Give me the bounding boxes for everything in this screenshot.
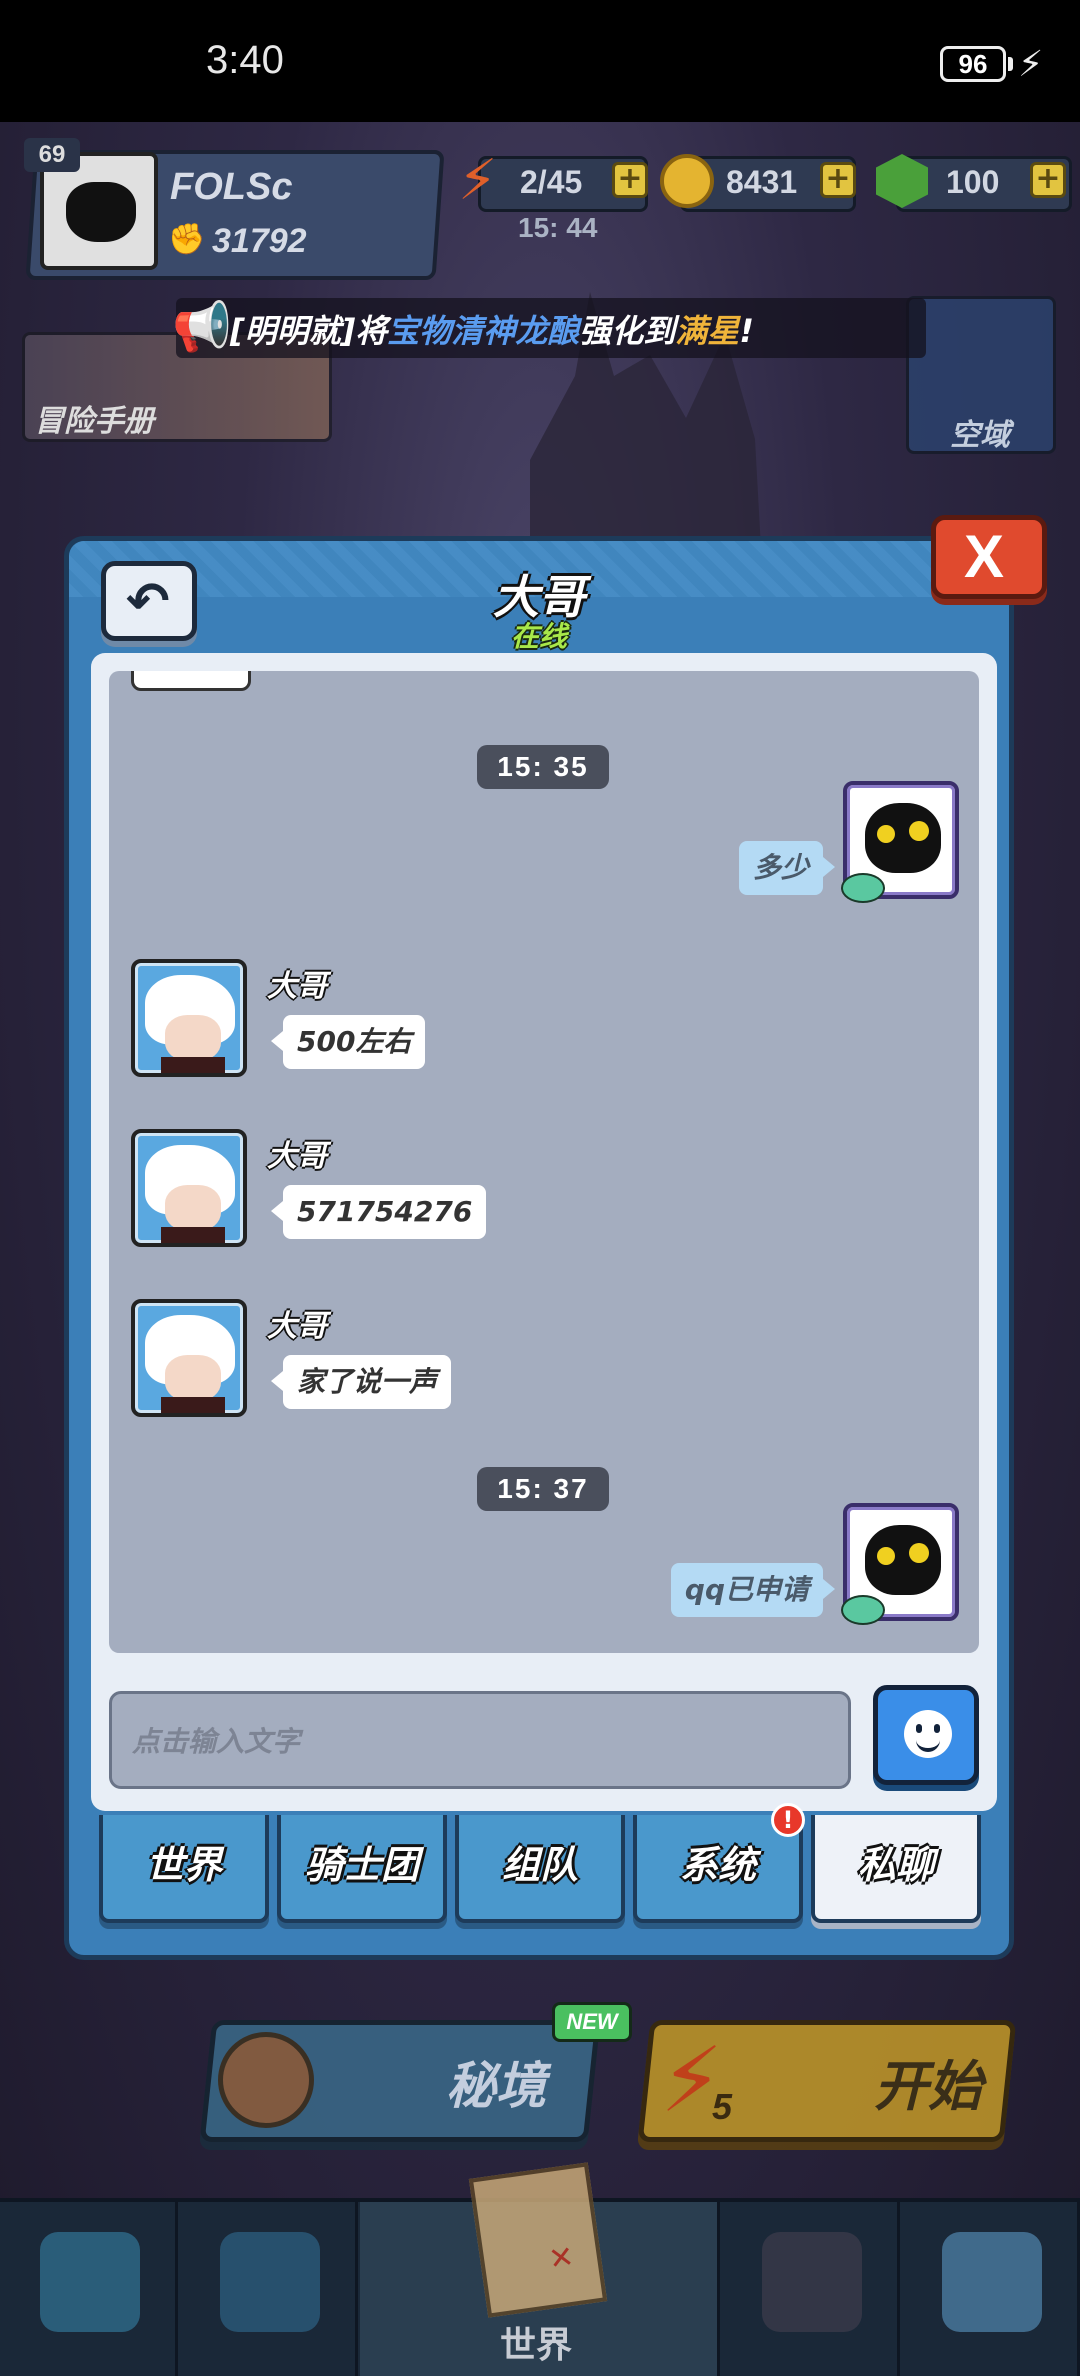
- tab-system-label: 系统: [679, 1843, 756, 1887]
- close-icon: X: [964, 523, 1005, 590]
- chat-channel-tabs: 世界 骑士团 组队 系统 ! 私聊: [99, 1803, 989, 1931]
- nav-heroes[interactable]: [0, 2202, 178, 2376]
- private-chat-modal: ↶ 大哥 在线 X 15: 35 多少 大哥 500左右 大哥 57175427…: [64, 515, 1047, 1960]
- smiley-icon: [904, 1710, 952, 1758]
- incoming-message[interactable]: 500左右: [270, 1015, 426, 1069]
- nav-guild[interactable]: [180, 2202, 358, 2376]
- battery-tip: [1008, 57, 1013, 71]
- energy-value: 2/45: [520, 164, 583, 200]
- timestamp-divider: 15: 37: [477, 1467, 609, 1511]
- shop-icon: [942, 2232, 1042, 2332]
- partner-avatar[interactable]: [131, 1129, 247, 1247]
- outgoing-message[interactable]: 多少: [738, 841, 836, 895]
- partner-avatar[interactable]: [131, 959, 247, 1077]
- tab-team[interactable]: 组队: [455, 1815, 625, 1923]
- start-label: 开始: [874, 2055, 982, 2118]
- heroes-icon: [40, 2232, 140, 2332]
- player-level: 69: [24, 138, 80, 172]
- self-avatar[interactable]: [841, 1503, 959, 1625]
- tab-knights[interactable]: 骑士团: [277, 1815, 447, 1923]
- add-energy-button[interactable]: +: [612, 162, 648, 198]
- partner-avatar[interactable]: [131, 1299, 247, 1417]
- tab-world[interactable]: 世界: [99, 1815, 269, 1923]
- energy-icon: ⚡: [458, 148, 498, 213]
- close-button[interactable]: X: [931, 515, 1047, 599]
- system-alert-badge: !: [771, 1803, 805, 1837]
- megaphone-icon: 📢: [172, 299, 232, 355]
- chat-panel: 15: 35 多少 大哥 500左右 大哥 571754276 大哥 家了说一声…: [91, 653, 997, 1811]
- sender-name: 大哥: [267, 969, 327, 1004]
- timestamp-divider: 15: 35: [477, 745, 609, 789]
- announcement-text: [明明就]将宝物清神龙酿强化到满星!: [230, 312, 754, 350]
- message-input[interactable]: [132, 1718, 832, 1764]
- nav-shop[interactable]: [902, 2202, 1080, 2376]
- characters-icon: [762, 2232, 862, 2332]
- player-power: 31792: [212, 222, 307, 260]
- battery-indicator: 96: [940, 46, 1006, 82]
- status-time: 3:40: [206, 38, 284, 82]
- partial-message-bubble: [131, 671, 251, 691]
- coin-value: 8431: [726, 164, 798, 200]
- target-icon: [218, 2032, 314, 2128]
- add-coins-button[interactable]: +: [820, 162, 856, 198]
- adventure-handbook-label: 冒险手册: [34, 404, 154, 439]
- player-name: FOLSc: [170, 166, 293, 208]
- incoming-message[interactable]: 571754276: [270, 1185, 487, 1239]
- nav-characters[interactable]: [722, 2202, 900, 2376]
- energy-timer: 15: 44: [518, 212, 598, 243]
- tab-private-chat[interactable]: 私聊: [811, 1815, 981, 1923]
- shield-icon: [220, 2232, 320, 2332]
- chat-partner-status: 在线: [510, 620, 567, 653]
- status-bar: 3:40 96 ⚡: [0, 0, 1080, 122]
- message-list[interactable]: 15: 35 多少 大哥 500左右 大哥 571754276 大哥 家了说一声…: [109, 671, 979, 1653]
- skyzone-label: 空域: [950, 418, 1010, 453]
- charging-bolt-icon: ⚡: [1018, 44, 1044, 85]
- secret-realm-label: 秘境: [446, 2057, 546, 2115]
- self-avatar[interactable]: [841, 781, 959, 903]
- gem-value: 100: [946, 164, 1000, 200]
- power-icon: ✊: [168, 222, 206, 257]
- incoming-message[interactable]: 家了说一声: [270, 1355, 452, 1409]
- map-icon: [468, 2162, 608, 2318]
- outgoing-message[interactable]: qq已申请: [670, 1563, 836, 1617]
- message-input-box[interactable]: [109, 1691, 851, 1789]
- sender-name: 大哥: [267, 1309, 327, 1344]
- coin-icon: [660, 154, 714, 208]
- start-energy-cost: 5: [712, 2086, 733, 2127]
- new-badge: NEW: [552, 2002, 632, 2042]
- nav-world-label: 世界: [500, 2325, 573, 2366]
- emoji-button[interactable]: [873, 1685, 979, 1785]
- sender-name: 大哥: [267, 1139, 327, 1174]
- add-gems-button[interactable]: +: [1030, 162, 1066, 198]
